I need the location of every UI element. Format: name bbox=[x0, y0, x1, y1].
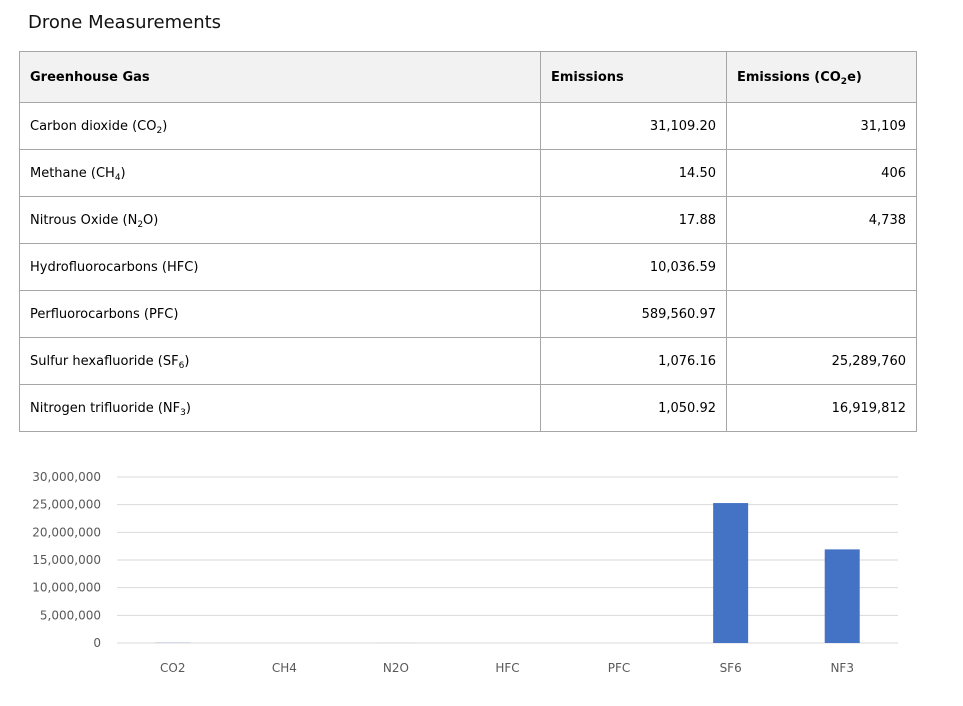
x-tick-label: NF3 bbox=[830, 661, 854, 675]
x-tick-label: CH4 bbox=[272, 661, 297, 675]
gas-name: Nitrous Oxide (N2O) bbox=[20, 197, 541, 244]
y-tick-label: 0 bbox=[93, 636, 101, 650]
table-row: Nitrogen trifluoride (NF3) 1,050.92 16,9… bbox=[20, 385, 917, 432]
x-tick-label: HFC bbox=[495, 661, 519, 675]
x-tick-label: CO2 bbox=[160, 661, 185, 675]
x-tick-label: SF6 bbox=[720, 661, 742, 675]
emissions-value: 14.50 bbox=[541, 150, 727, 197]
gas-name: Perfluorocarbons (PFC) bbox=[20, 291, 541, 338]
emissions-value: 10,036.59 bbox=[541, 244, 727, 291]
y-tick-label: 25,000,000 bbox=[32, 498, 101, 512]
emissions-table: Greenhouse Gas Emissions Emissions (CO2e… bbox=[19, 51, 917, 432]
header-greenhouse-gas: Greenhouse Gas bbox=[20, 52, 541, 103]
y-tick-label: 15,000,000 bbox=[32, 553, 101, 567]
x-tick-label: N2O bbox=[383, 661, 409, 675]
y-tick-label: 30,000,000 bbox=[32, 470, 101, 484]
table-row: Sulfur hexafluoride (SF6) 1,076.16 25,28… bbox=[20, 338, 917, 385]
page-title: Drone Measurements bbox=[28, 12, 221, 33]
table-row: Carbon dioxide (CO2) 31,109.20 31,109 bbox=[20, 103, 917, 150]
emissions-value: 1,076.16 bbox=[541, 338, 727, 385]
gas-name: Sulfur hexafluoride (SF6) bbox=[20, 338, 541, 385]
table-row: Hydrofluorocarbons (HFC) 10,036.59 bbox=[20, 244, 917, 291]
co2e-value: 4,738 bbox=[727, 197, 917, 244]
y-tick-label: 20,000,000 bbox=[32, 525, 101, 539]
co2e-value bbox=[727, 244, 917, 291]
co2e-value: 406 bbox=[727, 150, 917, 197]
emissions-bar-chart: 0 5,000,000 10,000,000 15,000,000 20,000,000… bbox=[0, 460, 963, 702]
bar bbox=[825, 549, 860, 643]
gas-name: Methane (CH4) bbox=[20, 150, 541, 197]
y-tick-label: 10,000,000 bbox=[32, 581, 101, 595]
emissions-value: 589,560.97 bbox=[541, 291, 727, 338]
chart-svg: 0 5,000,000 10,000,000 15,000,000 20,000,000… bbox=[0, 460, 963, 702]
co2e-value: 25,289,760 bbox=[727, 338, 917, 385]
emissions-value: 17.88 bbox=[541, 197, 727, 244]
gas-name: Nitrogen trifluoride (NF3) bbox=[20, 385, 541, 432]
table-header-row: Greenhouse Gas Emissions Emissions (CO2e… bbox=[20, 52, 917, 103]
header-emissions: Emissions bbox=[541, 52, 727, 103]
bar bbox=[713, 503, 748, 643]
emissions-value: 1,050.92 bbox=[541, 385, 727, 432]
header-emissions-co2e: Emissions (CO2e) bbox=[727, 52, 917, 103]
x-tick-label: PFC bbox=[608, 661, 631, 675]
y-tick-label: 5,000,000 bbox=[40, 608, 101, 622]
co2e-value: 31,109 bbox=[727, 103, 917, 150]
co2e-value: 16,919,812 bbox=[727, 385, 917, 432]
gas-name: Hydrofluorocarbons (HFC) bbox=[20, 244, 541, 291]
table-row: Methane (CH4) 14.50 406 bbox=[20, 150, 917, 197]
emissions-value: 31,109.20 bbox=[541, 103, 727, 150]
co2e-value bbox=[727, 291, 917, 338]
table-row: Nitrous Oxide (N2O) 17.88 4,738 bbox=[20, 197, 917, 244]
gas-name: Carbon dioxide (CO2) bbox=[20, 103, 541, 150]
table-row: Perfluorocarbons (PFC) 589,560.97 bbox=[20, 291, 917, 338]
